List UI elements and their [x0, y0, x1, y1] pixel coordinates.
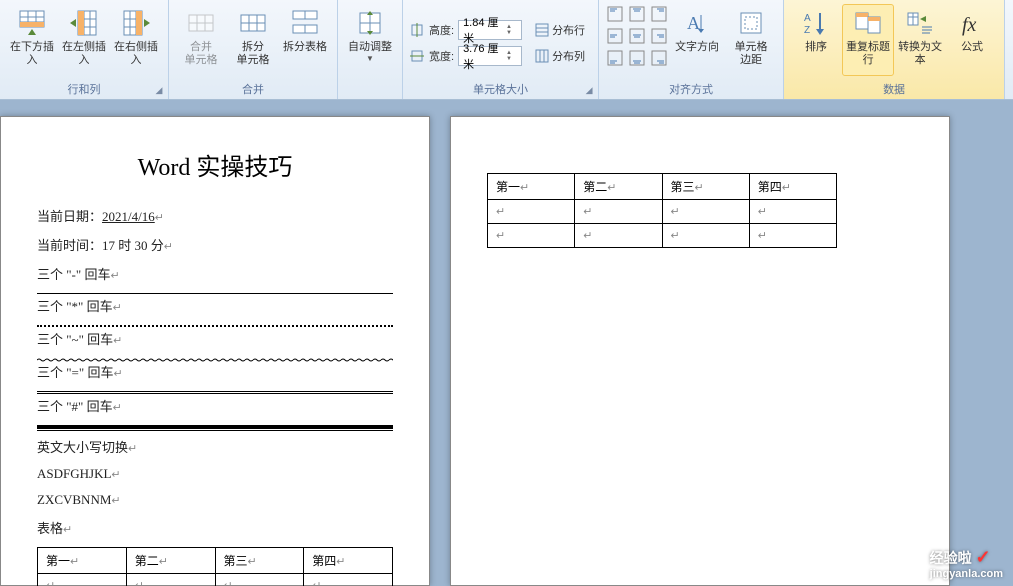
insert-below-icon: [16, 7, 48, 39]
insert-right-button[interactable]: 在右侧插入: [110, 4, 162, 76]
group-alignment: A 文字方向 单元格 边距 对齐方式: [599, 0, 784, 99]
group-data: AZ 排序 重复标题行 转换为文本 fx 公式: [784, 0, 1005, 99]
align-bottom-right[interactable]: [649, 48, 669, 68]
watermark: 经验啦 ✓ jingyanla.com: [930, 547, 1003, 580]
text-mixed: ZXCVBNNM↵: [37, 492, 393, 508]
table-row: 第一↵ 第二↵ 第三↵ 第四↵: [38, 548, 393, 574]
distribute-cols-button[interactable]: 分布列: [530, 45, 590, 67]
cell-margins-button[interactable]: 单元格 边距: [725, 4, 777, 76]
merge-cells-icon: [185, 7, 217, 39]
ribbon: 在下方插入 在左侧插入 在右侧插入 行和列 ◢: [0, 0, 1013, 100]
distribute-rows-button[interactable]: 分布行: [530, 19, 590, 41]
split-table-icon: [289, 7, 321, 39]
autofit-button[interactable]: 自动调整 ▼: [344, 4, 396, 76]
svg-text:fx: fx: [962, 14, 977, 36]
height-label: 高度:: [429, 22, 454, 38]
height-spinner[interactable]: ▲▼: [506, 24, 517, 36]
table-row: 第一↵ 第二↵ 第三↵ 第四↵: [488, 174, 837, 200]
align-middle-center[interactable]: [627, 26, 647, 46]
svg-text:Z: Z: [804, 25, 810, 36]
formula-icon: fx: [956, 7, 988, 39]
table-row: ↵↵↵↵: [488, 224, 837, 248]
line-tilde: 三个 "~" 回车↵: [37, 329, 393, 348]
distribute-rows-icon: [535, 23, 549, 37]
width-input[interactable]: 3.76 厘米 ▲▼: [458, 46, 522, 66]
dropdown-arrow-icon: ▼: [366, 54, 374, 63]
insert-below-button[interactable]: 在下方插入: [6, 4, 58, 76]
alignment-grid: [605, 4, 669, 68]
dialog-launcher-icon[interactable]: ◢: [152, 83, 166, 97]
group-rows-cols: 在下方插入 在左侧插入 在右侧插入 行和列 ◢: [0, 0, 169, 99]
date-line: 当前日期：2021/4/16↵: [37, 206, 393, 225]
convert-text-button[interactable]: 转换为文本: [894, 4, 946, 76]
align-top-right[interactable]: [649, 4, 669, 24]
svg-text:A: A: [687, 13, 700, 33]
table-label: 表格↵: [37, 518, 393, 537]
document-area[interactable]: Word 实操技巧 当前日期：2021/4/16↵ 当前时间：17 时 30 分…: [0, 100, 1013, 586]
document-title: Word 实操技巧: [37, 147, 393, 182]
split-cells-button[interactable]: 拆分 单元格: [227, 4, 279, 76]
line-dash: 三个 "-" 回车↵: [37, 264, 393, 283]
align-bottom-left[interactable]: [605, 48, 625, 68]
convert-text-icon: [904, 7, 936, 39]
height-icon: [409, 22, 425, 38]
align-top-left[interactable]: [605, 4, 625, 24]
hr-double: [37, 391, 393, 394]
line-equal: 三个 "=" 回车↵: [37, 362, 393, 381]
text-upper: ASDFGHJKL↵: [37, 466, 393, 482]
height-input[interactable]: 1.84 厘米 ▲▼: [458, 20, 522, 40]
repeat-header-icon: [852, 7, 884, 39]
merge-cells-button[interactable]: 合并 单元格: [175, 4, 227, 76]
repeat-header-button[interactable]: 重复标题行: [842, 4, 894, 76]
svg-text:A: A: [804, 13, 811, 24]
group-autofit: 自动调整 ▼: [338, 0, 403, 99]
sort-button[interactable]: AZ 排序: [790, 4, 842, 76]
cell-margins-icon: [735, 7, 767, 39]
case-label: 英文大小写切换↵: [37, 437, 393, 456]
text-direction-icon: A: [681, 7, 713, 39]
hr-dots: [37, 325, 393, 327]
autofit-icon: [354, 7, 386, 39]
align-top-center[interactable]: [627, 4, 647, 24]
table-right[interactable]: 第一↵ 第二↵ 第三↵ 第四↵ ↵↵↵↵ ↵↵↵↵: [487, 173, 837, 248]
sort-icon: AZ: [800, 7, 832, 39]
insert-left-button[interactable]: 在左侧插入: [58, 4, 110, 76]
time-line: 当前时间：17 时 30 分↵: [37, 235, 393, 254]
group-cell-size: 高度: 1.84 厘米 ▲▼ 宽度: 3.76 厘米 ▲▼: [403, 0, 599, 99]
distribute-cols-icon: [535, 49, 549, 63]
text-direction-button[interactable]: A 文字方向: [671, 4, 723, 76]
align-middle-left[interactable]: [605, 26, 625, 46]
hr-thin: [37, 293, 393, 294]
table-row: ↵↵↵↵: [38, 574, 393, 586]
group-merge: 合并 单元格 拆分 单元格 拆分表格 合并: [169, 0, 338, 99]
width-spinner[interactable]: ▲▼: [506, 50, 517, 62]
line-star: 三个 "*" 回车↵: [37, 296, 393, 315]
insert-left-icon: [68, 7, 100, 39]
width-icon: [409, 48, 425, 64]
dialog-launcher-icon[interactable]: ◢: [582, 83, 596, 97]
hr-triple: [37, 425, 393, 429]
width-label: 宽度:: [429, 48, 454, 64]
formula-button[interactable]: fx 公式: [946, 4, 998, 76]
table-row: ↵↵↵↵: [488, 200, 837, 224]
align-bottom-center[interactable]: [627, 48, 647, 68]
page-2[interactable]: 第一↵ 第二↵ 第三↵ 第四↵ ↵↵↵↵ ↵↵↵↵: [450, 116, 950, 586]
line-hash: 三个 "#" 回车↵: [37, 396, 393, 415]
page-1[interactable]: Word 实操技巧 当前日期：2021/4/16↵ 当前时间：17 时 30 分…: [0, 116, 430, 586]
split-cells-icon: [237, 7, 269, 39]
split-table-button[interactable]: 拆分表格: [279, 4, 331, 76]
insert-right-icon: [120, 7, 152, 39]
table-left[interactable]: 第一↵ 第二↵ 第三↵ 第四↵ ↵↵↵↵: [37, 547, 393, 586]
align-middle-right[interactable]: [649, 26, 669, 46]
